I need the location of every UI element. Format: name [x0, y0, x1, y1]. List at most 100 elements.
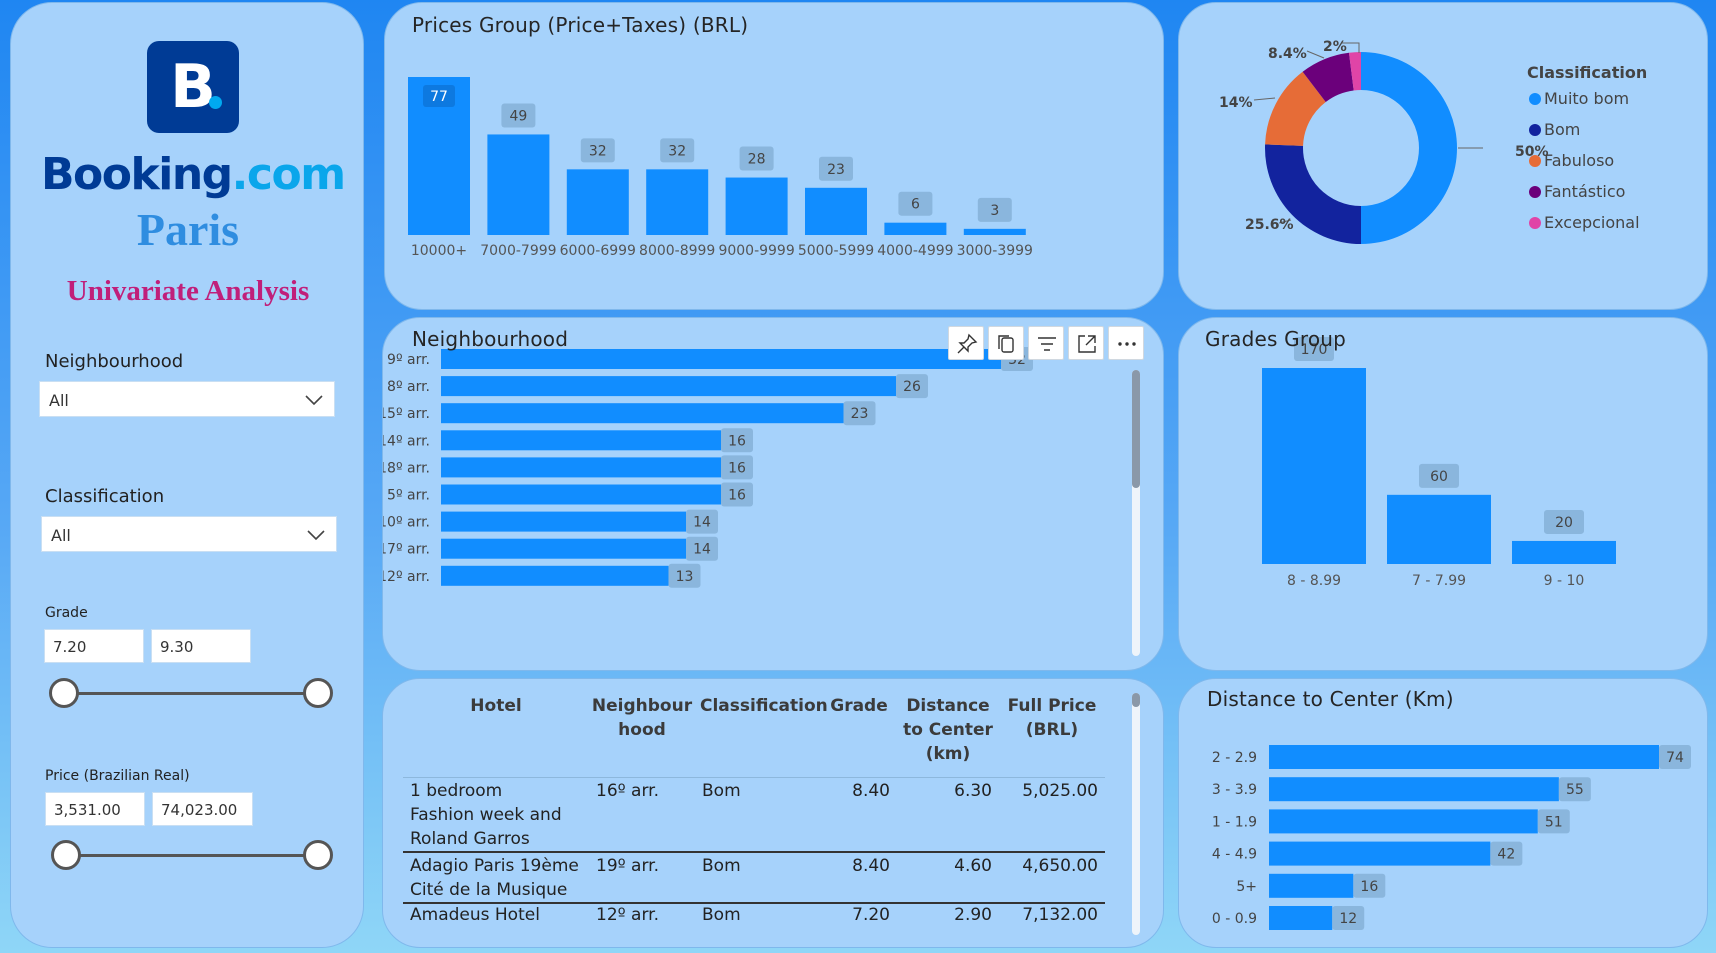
price-slider-min-handle[interactable] — [51, 840, 81, 870]
distance-category-3: 4 - 4.9 — [1212, 847, 1257, 863]
neighbourhood-bar-4 — [441, 457, 721, 478]
neighbourhood-bar-5 — [441, 484, 721, 505]
prices-group-chart: 77 10000+ 49 7000-7999 32 6000-6999 32 8000-899… — [408, 77, 1033, 259]
table-row-3-price: 7,132.00 — [1022, 905, 1098, 925]
table-row-3-neighbourhood: 12º arr. — [596, 905, 659, 925]
legend-marker-4 — [1529, 217, 1541, 229]
more-options-icon — [1118, 342, 1136, 346]
neighbourhood-dropdown-value: All — [49, 391, 69, 410]
table-row-2-distance: 4.60 — [954, 856, 992, 876]
filter-button[interactable] — [1028, 326, 1064, 360]
table-row-1-neighbourhood: 16º arr. — [596, 781, 659, 801]
neighbourhood-category-2: 15º arr. — [383, 406, 430, 422]
price-slider-max-handle[interactable] — [303, 840, 333, 870]
price-max-input[interactable]: 74,023.00 — [152, 792, 253, 826]
logo-dot — [209, 96, 222, 109]
neighbourhood-bar-8 — [441, 565, 669, 586]
price-category-2: 6000-6999 — [560, 243, 636, 259]
neighbourhood-filter-label: Neighbourhood — [45, 351, 184, 372]
pin-icon — [957, 333, 978, 354]
price-value-7: 3 — [990, 203, 999, 219]
pin-button[interactable] — [948, 326, 984, 360]
table-row-divider — [403, 851, 1105, 853]
grade-slider-min-handle[interactable] — [49, 678, 79, 708]
grade-bar-1 — [1387, 494, 1491, 564]
distance-value-1: 55 — [1566, 782, 1584, 798]
report-subtitle: Univariate Analysis — [66, 275, 310, 307]
table-row-2-neighbourhood: 19º arr. — [596, 856, 659, 876]
price-filter-label: Price (Brazilian Real) — [45, 768, 190, 784]
filter-panel: B Booking.com Paris Univariate Analysis … — [10, 2, 364, 948]
copy-button[interactable] — [988, 326, 1024, 360]
legend-label-3: Fantástico — [1544, 182, 1625, 201]
table-row-2-hotel[interactable]: Adagio Paris 19ème Cité de la Musique — [410, 854, 580, 902]
table-scrollbar-thumb[interactable] — [1132, 693, 1140, 707]
col-header-neighbourhood[interactable]: Neighbour hood — [590, 694, 694, 742]
table-row-1-hotel[interactable]: 1 bedroom Fashion week and Roland Garros — [410, 779, 570, 851]
distance-category-0: 2 - 2.9 — [1212, 750, 1257, 766]
neighbourhood-bar-1 — [441, 376, 896, 397]
grade-min-input[interactable]: 7.20 — [44, 629, 144, 663]
brand-name-part1: Booking — [41, 149, 233, 200]
neighbourhood-value-8: 13 — [676, 569, 694, 585]
price-bar-7 — [963, 228, 1026, 235]
neighbourhood-category-4: 18º arr. — [383, 460, 430, 476]
grade-category-1: 7 - 7.99 — [1412, 573, 1466, 589]
city-title: Paris — [136, 204, 240, 255]
neighbourhood-category-5: 5º arr. — [387, 488, 430, 504]
filter-icon — [1038, 337, 1056, 351]
distance-category-4: 5+ — [1236, 879, 1257, 895]
distance-to-center-chart: 2 - 2.9 74 3 - 3.9 55 1 - 1.9 51 4 - 4.9 42 5+ 16… — [1212, 745, 1691, 930]
price-value-4: 28 — [748, 152, 766, 168]
col-header-hotel[interactable]: Hotel — [436, 694, 556, 718]
legend-label-0: Muito bom — [1544, 89, 1629, 108]
donut-legend-title: Classification — [1527, 63, 1647, 82]
neighbourhood-title: Neighbourhood — [412, 327, 569, 351]
table-row-2-price: 4,650.00 — [1022, 856, 1098, 876]
neighbourhood-value-1: 26 — [903, 379, 921, 395]
legend-label-4: Excepcional — [1544, 213, 1640, 232]
col-header-full-price[interactable]: Full Price (BRL) — [1002, 694, 1102, 742]
table-scrollbar[interactable] — [1132, 693, 1140, 935]
more-options-button[interactable] — [1108, 326, 1144, 360]
legend-label-1: Bom — [1544, 120, 1580, 139]
price-bar-5 — [805, 187, 867, 235]
neighbourhood-chart: 9º arr. 328º arr. 2615º arr. 2314º arr. 1618… — [383, 347, 1033, 588]
price-bar-1 — [487, 134, 550, 235]
grade-max-input[interactable]: 9.30 — [151, 629, 251, 663]
distance-bar-2 — [1269, 809, 1538, 834]
neighbourhood-category-7: 17º arr. — [383, 542, 430, 558]
distance-value-0: 74 — [1666, 750, 1684, 766]
neighbourhood-panel: 9º arr. 32 8º arr. 26 15º arr. 23 14º arr. 16 18… — [382, 317, 1164, 671]
grade-slider-track — [63, 692, 331, 695]
price-value-0: 77 — [430, 89, 448, 105]
table-row-1-classification: Bom — [702, 781, 741, 801]
logo-letter: B — [170, 52, 216, 122]
neighbourhood-value-4: 16 — [728, 460, 746, 476]
col-header-classification[interactable]: Classification — [700, 694, 828, 718]
price-value-6: 6 — [911, 197, 920, 213]
distance-value-5: 12 — [1339, 911, 1357, 927]
price-value-1: 49 — [509, 108, 527, 124]
price-min-input[interactable]: 3,531.00 — [45, 792, 145, 826]
grade-value-2: 20 — [1555, 515, 1573, 531]
col-header-grade[interactable]: Grade — [826, 694, 892, 718]
focus-mode-button[interactable] — [1068, 326, 1104, 360]
classification-dropdown[interactable]: All — [41, 516, 337, 552]
table-row-3-hotel[interactable]: Amadeus Hotel — [410, 903, 590, 927]
price-category-4: 9000-9999 — [718, 243, 794, 259]
donut-label-3: 8.4% — [1268, 46, 1307, 62]
col-header-distance[interactable]: Distance to Center (km) — [900, 694, 996, 766]
booking-logo: B — [147, 41, 239, 133]
price-category-1: 7000-7999 — [480, 243, 556, 259]
distance-category-2: 1 - 1.9 — [1212, 814, 1257, 830]
chevron-down-icon — [305, 395, 323, 406]
neighbourhood-dropdown[interactable]: All — [39, 381, 335, 417]
price-category-7: 3000-3999 — [957, 243, 1033, 259]
neighbourhood-value-7: 14 — [693, 542, 711, 558]
price-bar-4 — [725, 177, 788, 235]
legend-marker-1 — [1529, 124, 1541, 136]
table-row-3-grade: 7.20 — [852, 905, 890, 925]
grade-slider-max-handle[interactable] — [303, 678, 333, 708]
neighbourhood-scrollbar-thumb[interactable] — [1132, 370, 1140, 488]
